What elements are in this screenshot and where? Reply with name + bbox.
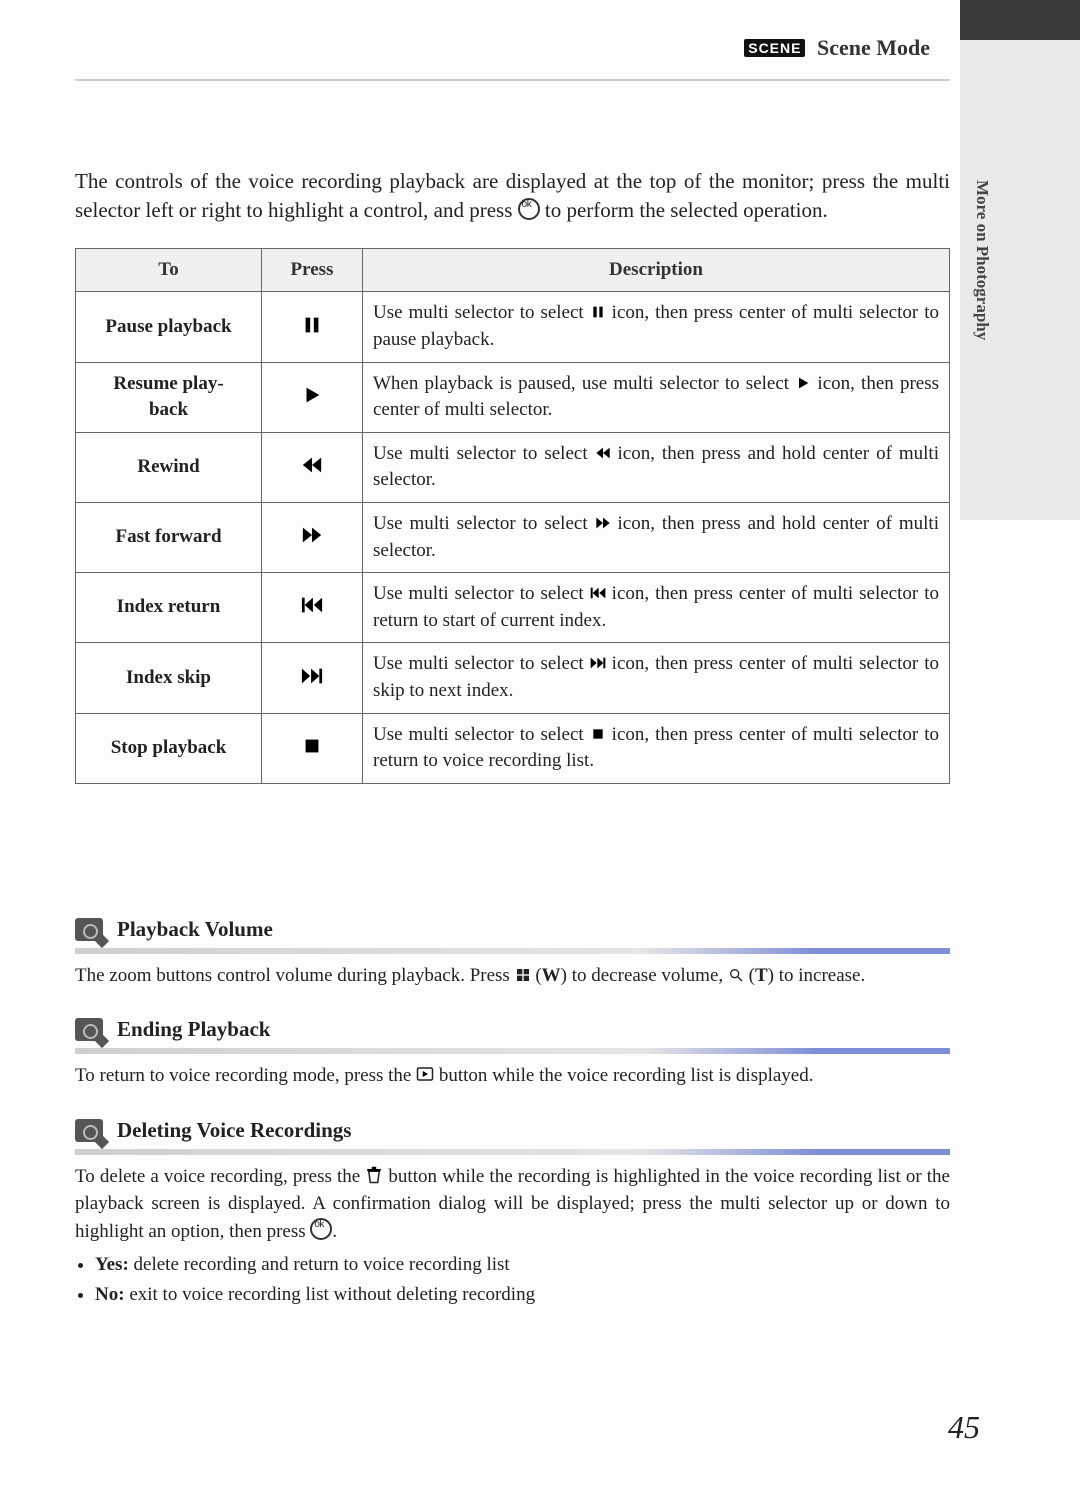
camera-icon	[75, 918, 103, 941]
page-title: Scene Mode	[817, 35, 930, 60]
table-row: Index skip Use multi selector to select i…	[76, 643, 950, 713]
note-rule	[75, 948, 950, 954]
desc-cell: Use multi selector to select icon, then …	[363, 713, 950, 783]
ffwd-icon	[595, 515, 611, 531]
desc-cell: Use multi selector to select icon, then …	[363, 292, 950, 362]
to-cell: Pause playback	[76, 292, 262, 362]
to-cell: Index return	[76, 573, 262, 643]
note-body: The zoom buttons control volume during p…	[75, 962, 950, 990]
rewind-icon	[301, 454, 323, 476]
camera-icon	[75, 1119, 103, 1142]
note-rule	[75, 1048, 950, 1054]
skip-back-icon	[590, 585, 606, 601]
side-tab-dark	[960, 0, 1080, 40]
note-title: Deleting Voice Recordings	[117, 1118, 351, 1143]
press-cell	[262, 362, 363, 432]
page-number: 45	[948, 1409, 980, 1446]
press-cell	[262, 432, 363, 502]
pause-icon	[590, 304, 606, 320]
press-cell	[262, 643, 363, 713]
ok-icon	[518, 198, 540, 220]
col-desc: Description	[363, 248, 950, 292]
to-cell: Index skip	[76, 643, 262, 713]
section-label: More on Photography	[972, 180, 992, 340]
note-body: To delete a voice recording, press the b…	[75, 1163, 950, 1309]
desc-cell: When playback is paused, use multi selec…	[363, 362, 950, 432]
skip-fwd-icon	[301, 665, 323, 687]
note-title: Ending Playback	[117, 1017, 270, 1042]
note-title: Playback Volume	[117, 917, 273, 942]
to-cell: Stop playback	[76, 713, 262, 783]
note-block: Deleting Voice Recordings To delete a voi…	[75, 1118, 950, 1309]
page: More on Photography SCENE Scene Mode The…	[0, 0, 1080, 1486]
intro-text: The controls of the voice recording play…	[75, 167, 950, 226]
rewind-icon	[595, 445, 611, 461]
note-body: To return to voice recording mode, press…	[75, 1062, 950, 1090]
ffwd-icon	[301, 524, 323, 546]
col-press: Press	[262, 248, 363, 292]
stop-icon	[590, 726, 606, 742]
to-cell: Fast forward	[76, 502, 262, 572]
header-rule	[75, 79, 950, 81]
table-row: Pause playback Use multi selector to sele…	[76, 292, 950, 362]
ok-icon	[310, 1218, 332, 1240]
table-row: Rewind Use multi selector to select icon,…	[76, 432, 950, 502]
list-item: No: exit to voice recording list without…	[95, 1281, 950, 1309]
desc-cell: Use multi selector to select icon, then …	[363, 643, 950, 713]
page-header: SCENE Scene Mode	[0, 0, 1080, 71]
skip-fwd-icon	[590, 655, 606, 671]
stop-icon	[301, 735, 323, 757]
table-row: Fast forward Use multi selector to select…	[76, 502, 950, 572]
play-icon	[301, 384, 323, 406]
desc-cell: Use multi selector to select icon, then …	[363, 573, 950, 643]
camera-icon	[75, 1018, 103, 1041]
to-cell: Resume play-back	[76, 362, 262, 432]
press-cell	[262, 573, 363, 643]
pause-icon	[301, 314, 323, 336]
press-cell	[262, 713, 363, 783]
skip-back-icon	[301, 594, 323, 616]
note-block: Playback Volume The zoom buttons control …	[75, 917, 950, 990]
desc-cell: Use multi selector to select icon, then …	[363, 502, 950, 572]
to-cell: Rewind	[76, 432, 262, 502]
scene-badge-icon: SCENE	[744, 39, 805, 57]
table-row: Resume play-back When playback is paused,…	[76, 362, 950, 432]
table-row: Stop playback Use multi selector to selec…	[76, 713, 950, 783]
content-body: The controls of the voice recording play…	[0, 111, 1080, 1351]
play-icon	[795, 375, 811, 391]
press-cell	[262, 502, 363, 572]
col-to: To	[76, 248, 262, 292]
zoom-icon	[728, 967, 744, 983]
controls-table: To Press Description Pause playback Use m…	[75, 248, 950, 784]
trash-icon	[365, 1166, 383, 1184]
press-cell	[262, 292, 363, 362]
playbtn-icon	[416, 1065, 434, 1083]
thumb-icon	[515, 967, 531, 983]
note-block: Ending Playback To return to voice record…	[75, 1017, 950, 1090]
note-rule	[75, 1149, 950, 1155]
list-item: Yes: delete recording and return to voic…	[95, 1251, 950, 1279]
table-row: Index return Use multi selector to select…	[76, 573, 950, 643]
desc-cell: Use multi selector to select icon, then …	[363, 432, 950, 502]
